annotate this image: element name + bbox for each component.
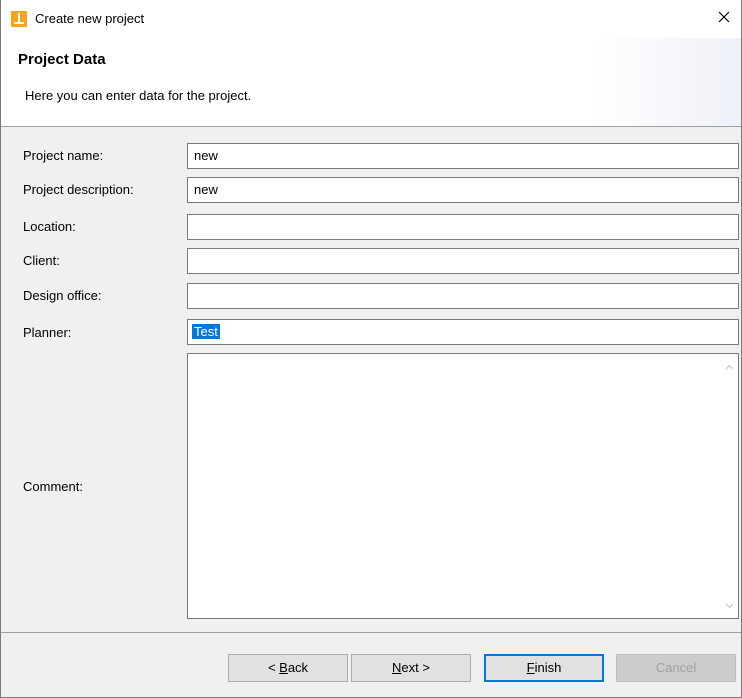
- finish-rest: inish: [534, 660, 562, 675]
- client-field[interactable]: [187, 248, 739, 274]
- location-label: Location:: [23, 219, 76, 234]
- title-bar: Create new project: [1, 0, 741, 38]
- design-office-label: Design office:: [23, 288, 102, 303]
- comment-scrollbar[interactable]: [721, 354, 738, 618]
- finish-button[interactable]: Finish: [484, 654, 604, 682]
- planner-value-selected: Test: [192, 324, 220, 339]
- project-name-label: Project name:: [23, 148, 104, 163]
- next-rest: ext >: [401, 660, 430, 675]
- chevron-down-icon: [725, 603, 734, 608]
- next-button[interactable]: Next >: [351, 654, 471, 682]
- location-field[interactable]: [187, 214, 739, 240]
- close-icon: [718, 11, 730, 23]
- page-subtitle: Here you can enter data for the project.: [25, 88, 252, 103]
- project-description-value: new: [194, 182, 218, 197]
- scroll-up-button[interactable]: [721, 358, 738, 375]
- comment-label: Comment:: [23, 479, 83, 494]
- project-description-label: Project description:: [23, 182, 134, 197]
- planner-field[interactable]: Test: [187, 319, 739, 345]
- chevron-up-icon: [725, 364, 734, 369]
- design-office-field[interactable]: [187, 283, 739, 309]
- project-description-field[interactable]: new: [187, 177, 739, 203]
- dialog-window: Create new project Project Data Here you…: [0, 0, 742, 698]
- close-button[interactable]: [707, 0, 741, 34]
- cancel-button[interactable]: Cancel: [616, 654, 736, 682]
- project-name-field[interactable]: new: [187, 143, 739, 169]
- page-title: Project Data: [18, 51, 106, 68]
- next-mnemonic: N: [392, 660, 402, 675]
- window-title: Create new project: [35, 11, 145, 26]
- wizard-header: Project Data Here you can enter data for…: [1, 38, 741, 127]
- back-prefix: <: [267, 660, 280, 675]
- back-button[interactable]: < Back: [228, 654, 348, 682]
- back-rest: ack: [287, 660, 309, 675]
- comment-textarea[interactable]: [187, 353, 739, 619]
- scroll-down-button[interactable]: [721, 597, 738, 614]
- finish-mnemonic: F: [526, 660, 535, 675]
- planner-label: Planner:: [23, 325, 72, 340]
- footer-separator: [1, 632, 741, 633]
- client-label: Client:: [23, 253, 60, 268]
- project-name-value: new: [194, 148, 218, 163]
- back-mnemonic: B: [279, 660, 288, 675]
- app-icon: [11, 11, 27, 27]
